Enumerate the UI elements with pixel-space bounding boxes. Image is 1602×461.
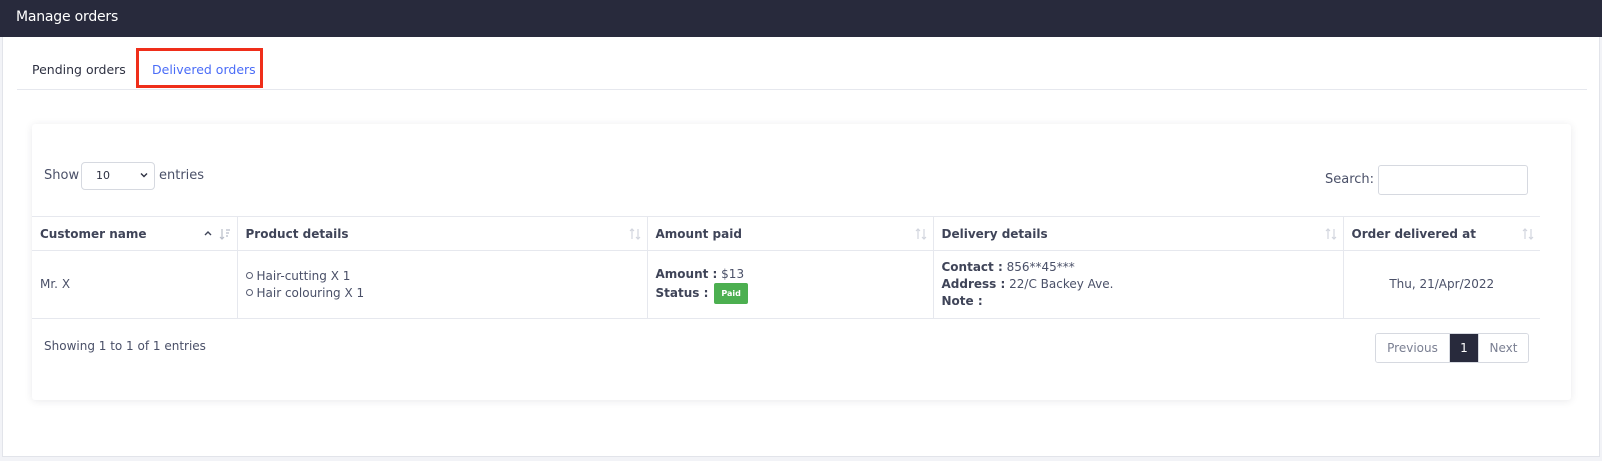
cell-products: Hair-cutting X 1 Hair colouring X 1 — [237, 250, 648, 319]
address-value: 22/C Backey Ave. — [1009, 277, 1114, 291]
sort-icon — [915, 228, 926, 240]
column-header-amount[interactable]: Amount paid — [647, 216, 934, 251]
contact-line: Contact : 856**45*** — [942, 259, 1343, 276]
cell-delivered-at: Thu, 21/Apr/2022 — [1343, 250, 1540, 319]
search-label: Search: — [1325, 172, 1375, 187]
note-line: Note : — [942, 293, 1343, 310]
status-label: Status : — [655, 285, 709, 300]
search-input[interactable] — [1378, 165, 1528, 195]
circle-bullet-icon — [245, 288, 253, 296]
tab-pending-orders[interactable]: Pending orders — [32, 37, 126, 90]
cell-delivery: Contact : 856**45*** Address : 22/C Back… — [933, 250, 1344, 319]
product-item-text: Hair colouring X 1 — [256, 285, 365, 300]
contact-value: 856**45*** — [1006, 260, 1075, 274]
orders-panel: Pending orders Delivered orders Show 10 … — [2, 37, 1600, 457]
address-line: Address : 22/C Backey Ave. — [942, 276, 1343, 293]
sort-icon — [629, 228, 640, 240]
column-header-product[interactable]: Product details — [237, 216, 648, 251]
page-title: Manage orders — [16, 9, 119, 25]
status-badge: Paid — [714, 282, 748, 304]
entries-select-value: 10 — [96, 169, 110, 182]
address-label: Address : — [941, 277, 1006, 291]
column-header-customer[interactable]: Customer name — [32, 216, 238, 251]
orders-table: Customer name Product details Amount pai… — [32, 216, 1540, 319]
note-label: Note : — [941, 294, 983, 308]
previous-page-button[interactable]: Previous — [1376, 334, 1450, 362]
column-header-label: Amount paid — [655, 226, 742, 241]
pagination: Previous 1 Next — [1375, 333, 1529, 363]
sort-icon — [1325, 228, 1336, 240]
column-header-label: Delivery details — [941, 226, 1048, 241]
column-header-label: Product details — [245, 226, 349, 241]
column-header-delivered-at[interactable]: Order delivered at — [1343, 216, 1540, 251]
orders-table-card: Show 10 entries Search: Customer name Pr… — [32, 124, 1571, 400]
page-1-button[interactable]: 1 — [1450, 334, 1478, 362]
order-tabs: Pending orders Delivered orders — [17, 37, 1587, 90]
contact-label: Contact : — [941, 260, 1003, 274]
entries-select[interactable]: 10 — [81, 162, 155, 190]
entries-label: entries — [159, 168, 205, 183]
sort-icon — [219, 229, 230, 240]
column-header-label: Customer name — [40, 226, 147, 241]
next-page-button[interactable]: Next — [1478, 334, 1528, 362]
sort-icon — [1522, 228, 1534, 240]
circle-bullet-icon — [245, 271, 253, 279]
amount-label: Amount : — [655, 266, 718, 281]
header-bar: Manage orders — [0, 0, 1602, 37]
table-row: Mr. X Hair-cutting X 1 Hair colouring X … — [32, 250, 1540, 319]
amount-line: Amount : $13 — [656, 266, 933, 283]
cell-customer: Mr. X — [32, 250, 238, 319]
chevron-up-icon — [204, 231, 211, 236]
table-header-row: Customer name Product details Amount pai… — [32, 216, 1540, 251]
product-item: Hair colouring X 1 — [245, 285, 647, 302]
show-label: Show — [44, 168, 80, 183]
product-item: Hair-cutting X 1 — [245, 268, 647, 285]
status-line: Status : Paid — [655, 282, 933, 304]
chevron-down-icon — [140, 173, 148, 178]
amount-value: $13 — [721, 266, 745, 281]
cell-amount: Amount : $13 Status : Paid — [647, 250, 934, 319]
column-header-label: Order delivered at — [1351, 226, 1477, 241]
highlight-box — [136, 48, 263, 88]
column-header-delivery[interactable]: Delivery details — [933, 216, 1344, 251]
table-info: Showing 1 to 1 of 1 entries — [44, 339, 206, 353]
product-item-text: Hair-cutting X 1 — [256, 268, 351, 283]
app-frame: Manage orders Pending orders Delivered o… — [0, 0, 1602, 461]
